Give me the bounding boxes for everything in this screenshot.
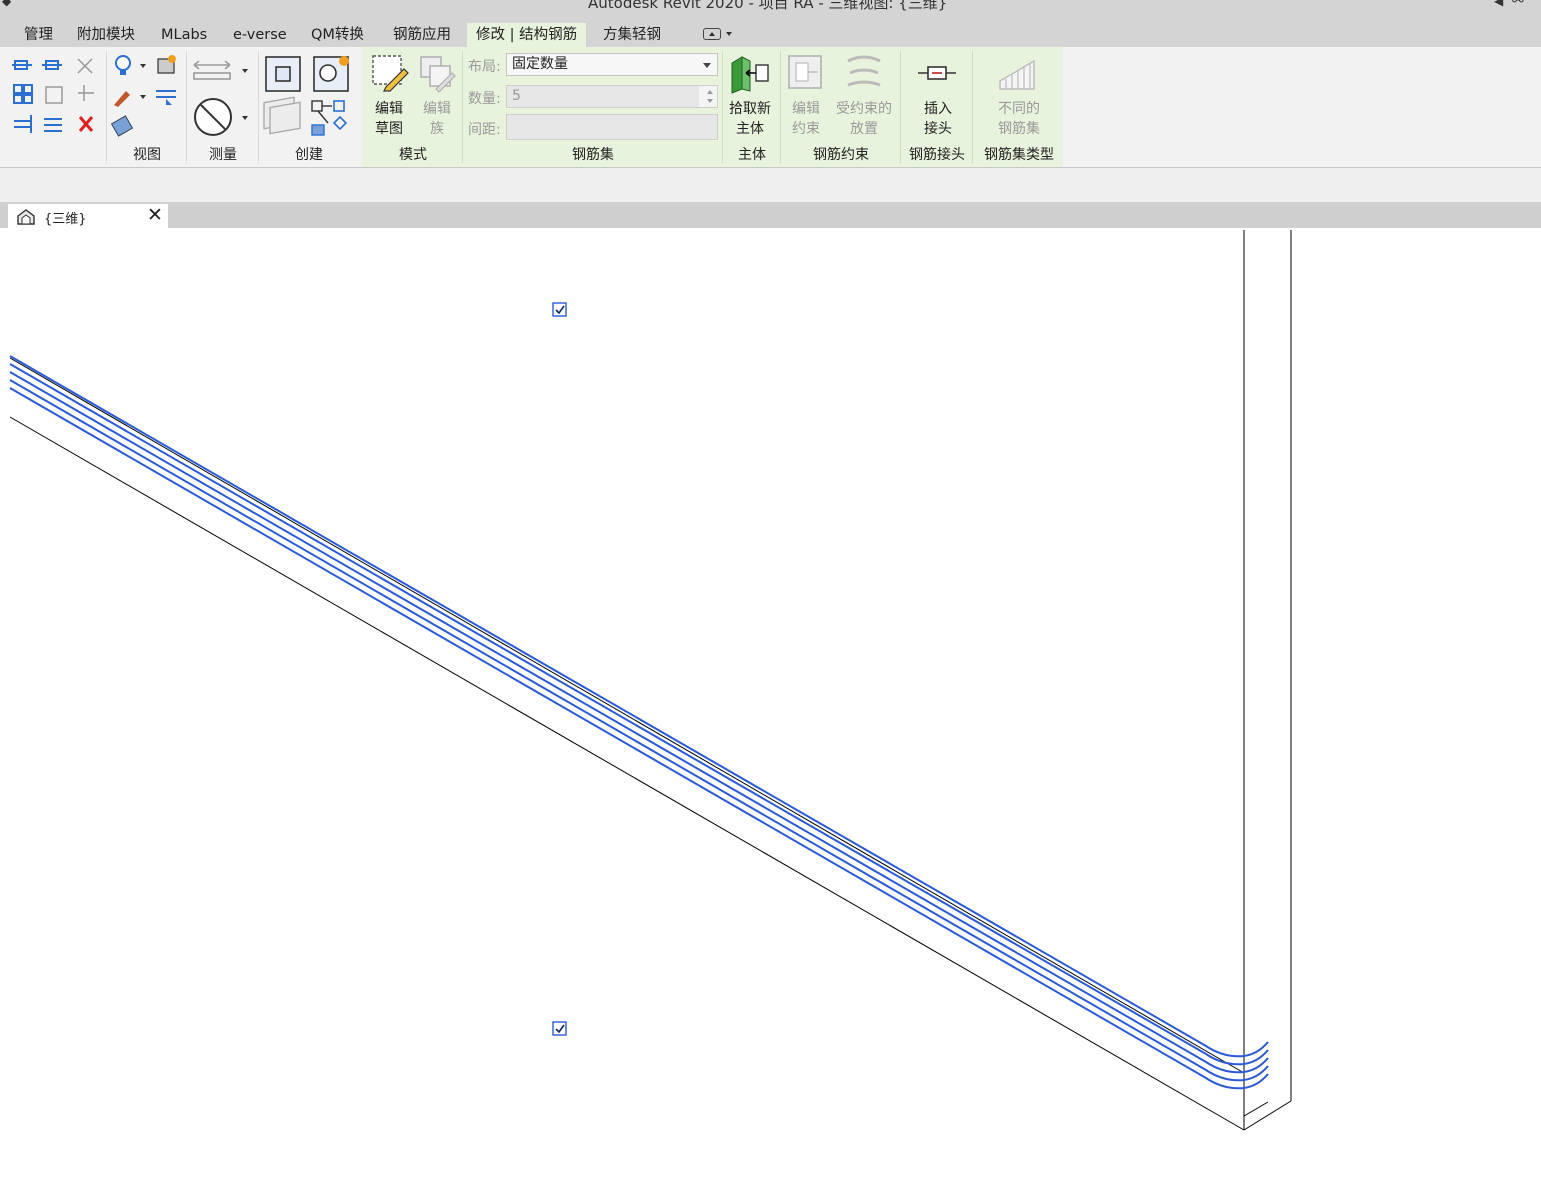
chevron-down-icon[interactable]: [726, 32, 732, 36]
host-edge-corner: [1243, 1100, 1292, 1131]
rebar-bar: [9, 363, 1269, 1066]
varying-rebar-set-button: 不同的 钢筋集: [998, 101, 1040, 137]
quantity-stepper[interactable]: 5: [506, 85, 718, 108]
rebar-bar: [9, 387, 1269, 1090]
spacing-label: 间距:: [468, 122, 501, 138]
panel-label-host: 主体: [738, 147, 766, 163]
close-icon[interactable]: ✕: [147, 204, 163, 226]
ribbon-tab-bar: 管理 附加模块 MLabs e-verse QM转换 钢筋应用 修改 | 结构钢…: [0, 20, 1541, 47]
host-edge-inner-corner: [1243, 1101, 1269, 1117]
constrained-placement-button: 受约束的 放置: [836, 101, 892, 137]
tab-fangji-light-steel[interactable]: 方集轻钢: [603, 23, 661, 47]
title-bar: ◆ Autodesk Revit 2020 - 项目 RA - 三维视图: {三…: [0, 0, 1541, 20]
panel-label-measure: 测量: [209, 147, 237, 163]
chevron-down-icon[interactable]: [242, 69, 248, 73]
chevron-down-icon[interactable]: [140, 64, 146, 68]
arrow-left-icon[interactable]: ◀: [1494, 0, 1503, 8]
edit-sketch-button[interactable]: 编辑 草图: [368, 99, 410, 139]
pick-new-host-icon[interactable]: [728, 51, 772, 95]
window-title: Autodesk Revit 2020 - 项目 RA - 三维视图: {三维}: [588, 0, 948, 12]
panel-label-rebar-set: 钢筋集: [572, 147, 614, 163]
pick-new-host-button[interactable]: 拾取新 主体: [724, 99, 776, 139]
spacing-field: [506, 114, 718, 140]
tab-e-verse[interactable]: e-verse: [233, 23, 287, 47]
edit-sketch-icon[interactable]: [370, 53, 410, 93]
rebar-bar: [9, 379, 1269, 1082]
edit-constraints-button: 编辑 约束: [792, 101, 820, 137]
stepper-down-icon[interactable]: [707, 99, 713, 103]
layout-dropdown[interactable]: 固定数量: [506, 53, 718, 76]
rebar-end-toggle-bottom[interactable]: [552, 1021, 567, 1036]
ribbon-panel: 编辑 草图 编辑族 布局: 固定数量 数量: 5 间距: 拾取新 主体 编辑约束…: [0, 47, 1541, 168]
rebar-end-toggle-top[interactable]: [552, 302, 567, 317]
panel-label-mode: 模式: [399, 147, 427, 163]
minimize-ribbon-icon[interactable]: [703, 28, 721, 40]
chevron-down-icon: [703, 63, 711, 68]
panel-label-rebar-constraint: 钢筋约束: [813, 147, 869, 163]
panel-label-view: 视图: [133, 147, 161, 163]
host-edge-bottom: [9, 416, 1245, 1131]
drawing-canvas[interactable]: [0, 228, 1541, 1177]
chevron-down-icon[interactable]: [140, 95, 146, 99]
tab-mlabs[interactable]: MLabs: [161, 23, 207, 47]
constrained-placement-icon: [847, 55, 881, 87]
tab-rebar-apps[interactable]: 钢筋应用: [393, 23, 451, 47]
options-bar: [0, 168, 1541, 202]
view-tab-label: {三维}: [44, 212, 87, 227]
modify-tools-icon-grid[interactable]: [10, 55, 110, 143]
host-edge-inner: [9, 357, 1245, 1074]
binoculars-icon[interactable]: ⚯: [1512, 0, 1524, 9]
view-tab-bar: {三维} ✕: [0, 202, 1541, 229]
panel-label-rebar-coupler: 钢筋接头: [909, 147, 965, 163]
edit-family-icon: [420, 56, 456, 93]
tab-add-ins[interactable]: 附加模块: [77, 23, 135, 47]
layout-label: 布局:: [468, 59, 501, 75]
edit-family-button: 编辑族: [423, 101, 451, 137]
quick-access-arrow-icon[interactable]: ◆: [2, 0, 11, 8]
chevron-down-icon[interactable]: [242, 116, 248, 120]
quantity-label: 数量:: [468, 91, 501, 107]
view-tools-icon-grid[interactable]: [110, 53, 185, 143]
varying-rebar-set-icon: [999, 59, 1035, 90]
tab-qm-convert[interactable]: QM转换: [311, 23, 364, 47]
tab-manage[interactable]: 管理: [24, 23, 53, 47]
tab-modify-structural-rebar[interactable]: 修改 | 结构钢筋: [467, 23, 587, 47]
panel-label-create: 创建: [295, 147, 323, 163]
panel-label-rebar-set-type: 钢筋集类型: [984, 147, 1054, 163]
stepper-up-icon[interactable]: [707, 90, 713, 94]
layout-value: 固定数量: [512, 56, 568, 72]
insert-coupler-button[interactable]: 插入 接头: [914, 99, 962, 139]
view-tab-3d[interactable]: {三维} ✕: [8, 204, 168, 229]
quantity-value: 5: [507, 86, 699, 107]
create-icons[interactable]: [262, 53, 356, 143]
edit-constraints-icon: [788, 55, 822, 89]
3d-view-house-icon: [17, 209, 35, 225]
rebar-bar: [9, 355, 1269, 1058]
model-view-svg[interactable]: [0, 228, 1541, 1177]
insert-coupler-icon[interactable]: [916, 61, 960, 85]
